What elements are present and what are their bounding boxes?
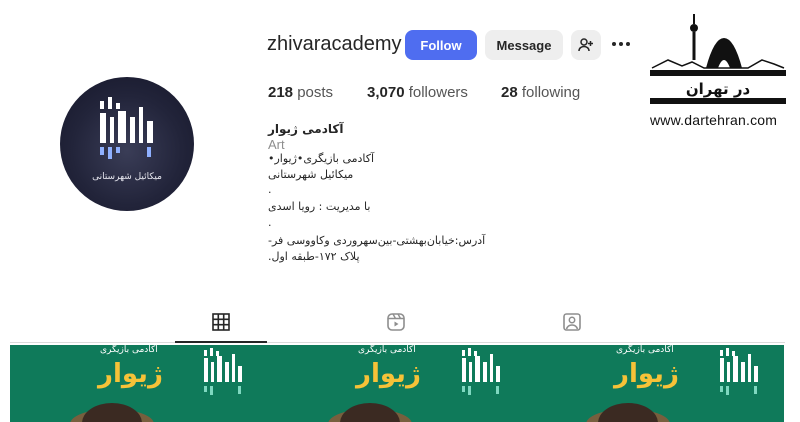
suggest-users-button[interactable] xyxy=(571,30,601,60)
watermark-url: www.dartehran.com xyxy=(650,112,778,128)
bio-line: آکادمی بازیگری•ژیوار• xyxy=(268,152,375,165)
post-subtitle: آکادمی بازیگری xyxy=(100,345,158,355)
profile-avatar[interactable]: میکائیل شهرستانی xyxy=(60,77,194,211)
grid-tab-icon[interactable] xyxy=(211,312,231,332)
post-title: ژیوار xyxy=(614,359,679,389)
message-button[interactable]: Message xyxy=(485,30,563,60)
avatar-logo-graphic xyxy=(100,97,153,159)
watermark-brand-text: در تهران xyxy=(686,80,751,98)
following-stat[interactable]: 28 following xyxy=(501,84,580,101)
bio-line: آدرس:خیابان‌بهشتی-بین‌سهروردی وکاووسی فر… xyxy=(268,234,486,247)
bio-line: . xyxy=(268,216,272,229)
reels-tab-icon[interactable] xyxy=(386,312,406,332)
post-title: ژیوار xyxy=(98,359,163,389)
bio-line: . xyxy=(268,183,272,196)
bio-line: پلاک ۱۷۲-طبقه اول. xyxy=(268,250,360,263)
post-subtitle: آکادمی بازیگری xyxy=(616,345,674,355)
bio-line: با مدیریت : رویا اسدی xyxy=(268,200,371,213)
post-logo-graphic xyxy=(462,348,500,395)
tagged-tab-icon[interactable] xyxy=(562,312,582,332)
bio-line: میکائیل شهرستانی xyxy=(268,168,354,181)
grid-post[interactable]: آکادمی بازیگری ژیوار xyxy=(268,345,526,422)
post-title: ژیوار xyxy=(356,359,421,389)
active-tab-indicator xyxy=(175,341,267,343)
post-logo-graphic xyxy=(204,348,242,395)
following-label: following xyxy=(521,84,581,101)
grid-post[interactable]: آکادمی بازیگری ژیوار xyxy=(10,345,268,422)
avatar-caption: میکائیل شهرستانی xyxy=(92,172,162,182)
more-options-icon[interactable] xyxy=(612,36,636,52)
post-subtitle: آکادمی بازیگری xyxy=(358,345,416,355)
post-photo-hair xyxy=(340,403,400,422)
grid-post[interactable]: آکادمی بازیگری ژیوار xyxy=(526,345,784,422)
post-photo-hair xyxy=(82,403,142,422)
post-photo-hair xyxy=(598,403,658,422)
tabs-divider xyxy=(10,342,785,343)
following-count: 28 xyxy=(501,84,518,101)
person-add-icon xyxy=(578,38,593,52)
post-logo-graphic xyxy=(720,348,758,395)
